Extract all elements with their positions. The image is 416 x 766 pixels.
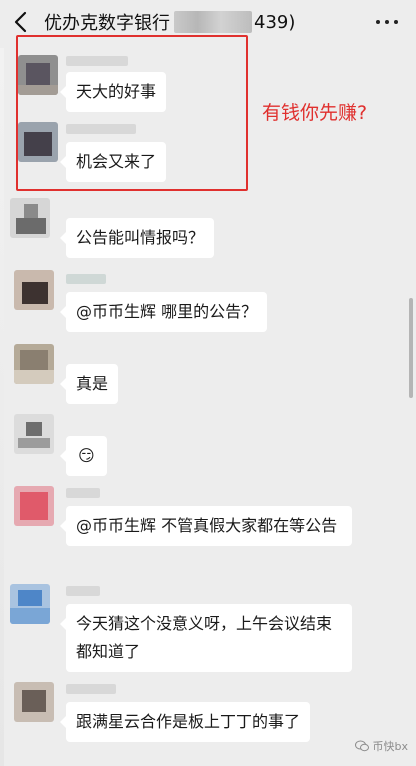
back-arrow-icon[interactable] [10, 10, 32, 34]
message-text: 真是 [76, 374, 109, 393]
avatar[interactable] [14, 682, 54, 722]
message-bubble[interactable]: 公告能叫情报吗？ [59, 218, 215, 258]
sender-name-redacted [66, 488, 100, 498]
avatar[interactable] [10, 584, 50, 624]
left-edge-shadow [0, 48, 4, 766]
avatar[interactable] [14, 270, 54, 310]
sender-name-redacted [66, 586, 100, 596]
watermark: 币快bx [354, 738, 409, 754]
annotation-text: 有钱你先赚? [262, 102, 368, 124]
avatar[interactable] [14, 486, 54, 526]
message-text: 公告能叫情报吗？ [76, 228, 205, 247]
message-text: @币币生辉 哪里的公告？ [76, 302, 258, 321]
message-bubble[interactable]: 今天猜这个没意义呀，上午会议结束都知道了 [60, 604, 352, 672]
chat-title-name: 优办克数字银行 [44, 13, 170, 34]
chat-title: 优办克数字银行 439) [44, 9, 295, 35]
watermark-text: 币快bx [372, 740, 409, 753]
message-bubble[interactable]: 😏 [60, 436, 107, 476]
more-options-icon[interactable] [376, 20, 398, 26]
scrollbar-thumb[interactable] [409, 298, 413, 398]
emoji-smirk: 😏 [78, 446, 95, 465]
wechat-icon [354, 740, 369, 752]
message-bubble[interactable]: 跟满星云合作是板上丁丁的事了 [59, 702, 311, 742]
message-bubble[interactable]: 真是 [59, 364, 119, 404]
highlight-box [16, 35, 248, 191]
message-bubble[interactable]: @币币生辉 不管真假大家都在等公告 [60, 506, 352, 546]
message-text: 跟满星云合作是板上丁丁的事了 [76, 712, 301, 731]
avatar[interactable] [14, 414, 54, 454]
avatar[interactable] [10, 198, 50, 238]
chat-member-count: 439) [254, 11, 296, 33]
sender-name-redacted [66, 684, 116, 694]
sender-name-redacted [66, 274, 106, 284]
message-text: 今天猜这个没意义呀，上午会议结束都知道了 [76, 614, 333, 661]
message-bubble[interactable]: @币币生辉 哪里的公告？ [59, 292, 268, 332]
redacted-title-block [174, 11, 252, 33]
message-text: @币币生辉 不管真假大家都在等公告 [76, 516, 338, 535]
avatar[interactable] [14, 344, 54, 384]
